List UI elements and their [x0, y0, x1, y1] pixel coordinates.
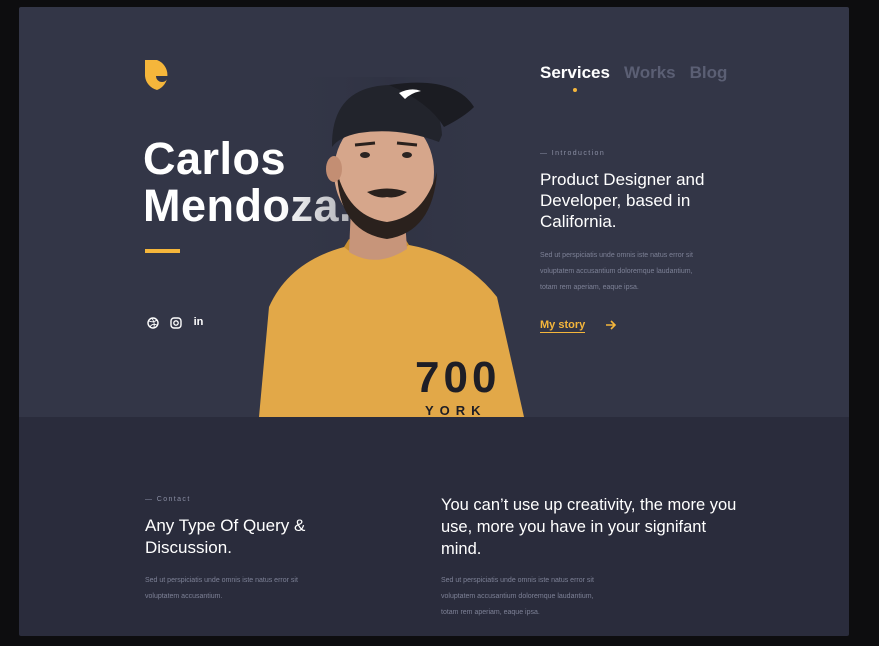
instagram-icon[interactable] — [169, 316, 182, 329]
nav-item-services[interactable]: Services — [540, 63, 610, 92]
contact-body-line: voluptatem accusantium. — [145, 593, 223, 600]
svg-text:700: 700 — [415, 353, 500, 402]
active-indicator-dot — [572, 88, 577, 92]
dribbble-icon[interactable] — [146, 316, 159, 329]
contact-body: Sed ut perspiciatis unde omnis iste natu… — [145, 573, 298, 605]
contact-body-line: Sed ut perspiciatis unde omnis iste natu… — [145, 577, 298, 584]
nav-item-blog[interactable]: Blog — [690, 63, 728, 83]
quote-body: Sed ut perspiciatis unde omnis iste natu… — [441, 573, 594, 621]
svg-text:YORK: YORK — [425, 403, 487, 417]
linkedin-icon[interactable]: in — [192, 316, 205, 329]
creativity-quote: You can’t use up creativity, the more yo… — [441, 496, 737, 558]
intro-body-line: totam rem aperiam, eaque ipsa. — [540, 284, 639, 291]
hero-section: Carlos Mendoza. in 700 YORK Services Wor… — [19, 7, 849, 417]
quote-body-line: voluptatem accusantium doloremque laudan… — [441, 593, 594, 600]
contact-title: Any Type Of Query & Discussion. — [145, 516, 306, 557]
quote-body-line: Sed ut perspiciatis unde omnis iste natu… — [441, 577, 594, 584]
logo-icon[interactable] — [143, 56, 181, 92]
my-story-link[interactable]: My story — [540, 319, 586, 333]
intro-section-label: — Introduction — [540, 150, 606, 157]
intro-body: Sed ut perspiciatis unde omnis iste natu… — [540, 248, 693, 296]
nav-item-services-label: Services — [540, 63, 610, 82]
accent-divider — [145, 249, 180, 253]
portrait-photo: 700 YORK — [259, 77, 524, 417]
main-nav: Services Works Blog — [540, 63, 728, 92]
intro-title: Product Designer and Developer, based in… — [540, 170, 705, 231]
arrow-right-icon[interactable] — [605, 319, 617, 331]
contact-section-label: — Contact — [145, 496, 191, 503]
social-links: in — [146, 316, 205, 329]
intro-body-line: voluptatem accusantium doloremque laudan… — [540, 268, 693, 275]
quote-body-line: totam rem aperiam, eaque ipsa. — [441, 609, 540, 616]
intro-body-line: Sed ut perspiciatis unde omnis iste natu… — [540, 252, 693, 259]
nav-item-works[interactable]: Works — [624, 63, 676, 83]
